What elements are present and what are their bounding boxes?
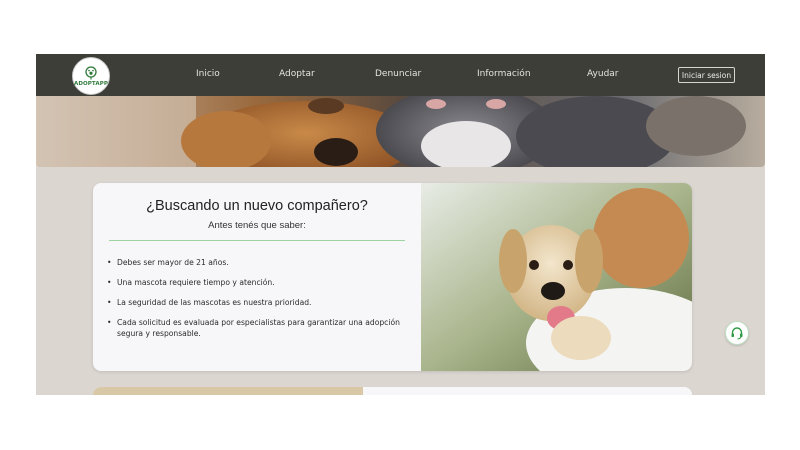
requirement-item: Debes ser mayor de 21 años. [107, 257, 407, 268]
requirement-item: Cada solicitud es evaluada por especiali… [107, 317, 407, 339]
secondary-card [93, 387, 692, 395]
secondary-card-image [93, 387, 692, 395]
headset-icon [731, 327, 743, 340]
top-navbar: ADOPTAPP Inicio Adoptar Denunciar Inform… [36, 54, 765, 96]
card-subtitle: Antes tenés que saber: [208, 220, 306, 231]
requirements-list: Debes ser mayor de 21 años. Una mascota … [107, 257, 407, 348]
nav-item-adoptar[interactable]: Adoptar [279, 69, 315, 79]
adoptapp-logo[interactable]: ADOPTAPP [72, 57, 110, 95]
nav-item-denunciar[interactable]: Denunciar [375, 69, 421, 79]
login-button[interactable]: Iniciar sesion [678, 67, 735, 83]
support-chat-button[interactable] [725, 321, 749, 345]
hero-banner-image [36, 96, 765, 167]
app-frame: ADOPTAPP Inicio Adoptar Denunciar Inform… [36, 54, 765, 395]
nav-item-inicio[interactable]: Inicio [196, 69, 220, 79]
puppy-illustration [421, 183, 692, 371]
adoption-info-card: ¿Buscando un nuevo compañero? Antes tené… [93, 183, 692, 371]
nav-item-ayudar[interactable]: Ayudar [587, 69, 619, 79]
requirement-item: La seguridad de las mascotas es nuestra … [107, 297, 407, 308]
dog-cat-banner-illustration [36, 96, 765, 167]
requirement-item: Una mascota requiere tiempo y atención. [107, 277, 407, 288]
logo-text: ADOPTAPP [74, 80, 108, 87]
divider [109, 240, 405, 241]
adoption-info-text: ¿Buscando un nuevo compañero? Antes tené… [93, 183, 421, 371]
puppy-hug-photo [421, 183, 692, 371]
card-title: ¿Buscando un nuevo compañero? [146, 198, 368, 214]
paw-location-icon [85, 65, 97, 79]
nav-item-informacion[interactable]: Información [477, 69, 531, 79]
